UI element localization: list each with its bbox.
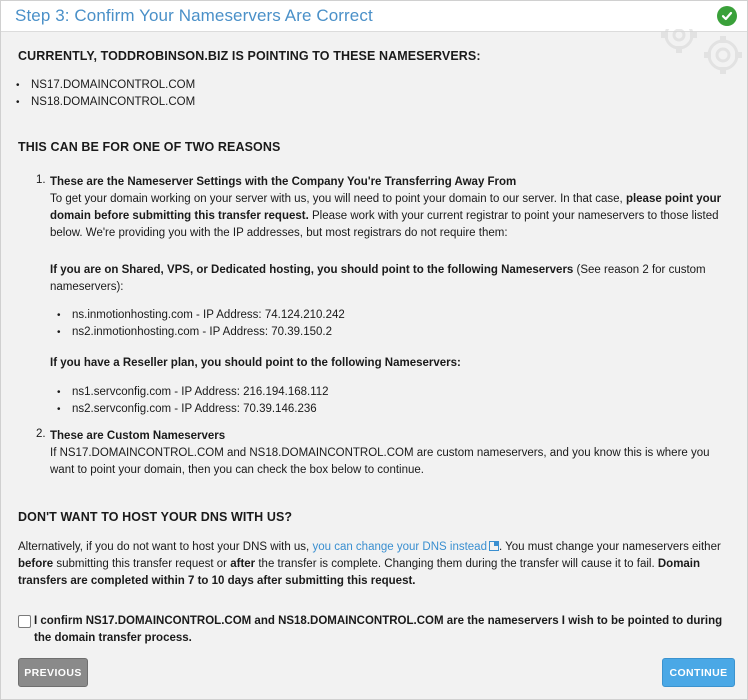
reason-2-text: If NS17.DOMAINCONTROL.COM and NS18.DOMAI…	[50, 447, 710, 476]
gears-decoration-icon	[661, 29, 742, 74]
list-item: ns.inmotionhosting.com - IP Address: 74.…	[50, 307, 345, 324]
confirm-checkbox[interactable]	[18, 615, 31, 628]
dns-heading: DON'T WANT TO HOST YOUR DNS WITH US?	[18, 510, 293, 524]
reason-1-title: These are the Nameserver Settings with t…	[50, 176, 517, 188]
list-item: NS17.DOMAINCONTROL.COM	[9, 77, 195, 94]
dns-paragraph: Alternatively, if you do not want to hos…	[18, 541, 721, 587]
step-title: Step 3: Confirm Your Nameservers Are Cor…	[15, 6, 373, 25]
reason-number: 1.	[36, 174, 46, 186]
list-item: ns1.servconfig.com - IP Address: 216.194…	[50, 384, 329, 401]
reseller-note: If you have a Reseller plan, you should …	[50, 357, 461, 369]
continue-button[interactable]: CONTINUE	[662, 658, 735, 687]
confirm-label[interactable]: I confirm NS17.DOMAINCONTROL.COM and NS1…	[34, 615, 722, 644]
reason-1: 1. These are the Nameserver Settings wit…	[18, 174, 733, 242]
current-nameservers-heading: CURRENTLY, TODDROBINSON.BIZ IS POINTING …	[18, 49, 481, 63]
reason-2-title: These are Custom Nameservers	[50, 430, 226, 442]
shared-nameservers-list: ns.inmotionhosting.com - IP Address: 74.…	[50, 307, 345, 341]
shared-hosting-note: If you are on Shared, VPS, or Dedicated …	[50, 264, 706, 293]
external-link-icon	[488, 541, 499, 551]
change-dns-link[interactable]: you can change your DNS instead	[312, 541, 499, 553]
current-nameservers-list: NS17.DOMAINCONTROL.COM NS18.DOMAINCONTRO…	[9, 77, 195, 111]
reason-number: 2.	[36, 428, 46, 440]
list-item: ns2.servconfig.com - IP Address: 70.39.1…	[50, 401, 329, 418]
transfer-step-panel: Step 3: Confirm Your Nameservers Are Cor…	[0, 0, 748, 700]
reasons-heading: THIS CAN BE FOR ONE OF TWO REASONS	[18, 140, 281, 154]
confirm-nameservers-row: I confirm NS17.DOMAINCONTROL.COM and NS1…	[18, 613, 733, 647]
reason-1-text: To get your domain working on your serve…	[50, 193, 722, 239]
list-item: ns2.inmotionhosting.com - IP Address: 70…	[50, 324, 345, 341]
step-header: Step 3: Confirm Your Nameservers Are Cor…	[1, 1, 747, 32]
reseller-nameservers-list: ns1.servconfig.com - IP Address: 216.194…	[50, 384, 329, 418]
checkmark-icon	[717, 6, 737, 26]
reason-2: 2. These are Custom Nameservers If NS17.…	[18, 428, 733, 479]
list-item: NS18.DOMAINCONTROL.COM	[9, 94, 195, 111]
previous-button[interactable]: PREVIOUS	[18, 658, 88, 687]
